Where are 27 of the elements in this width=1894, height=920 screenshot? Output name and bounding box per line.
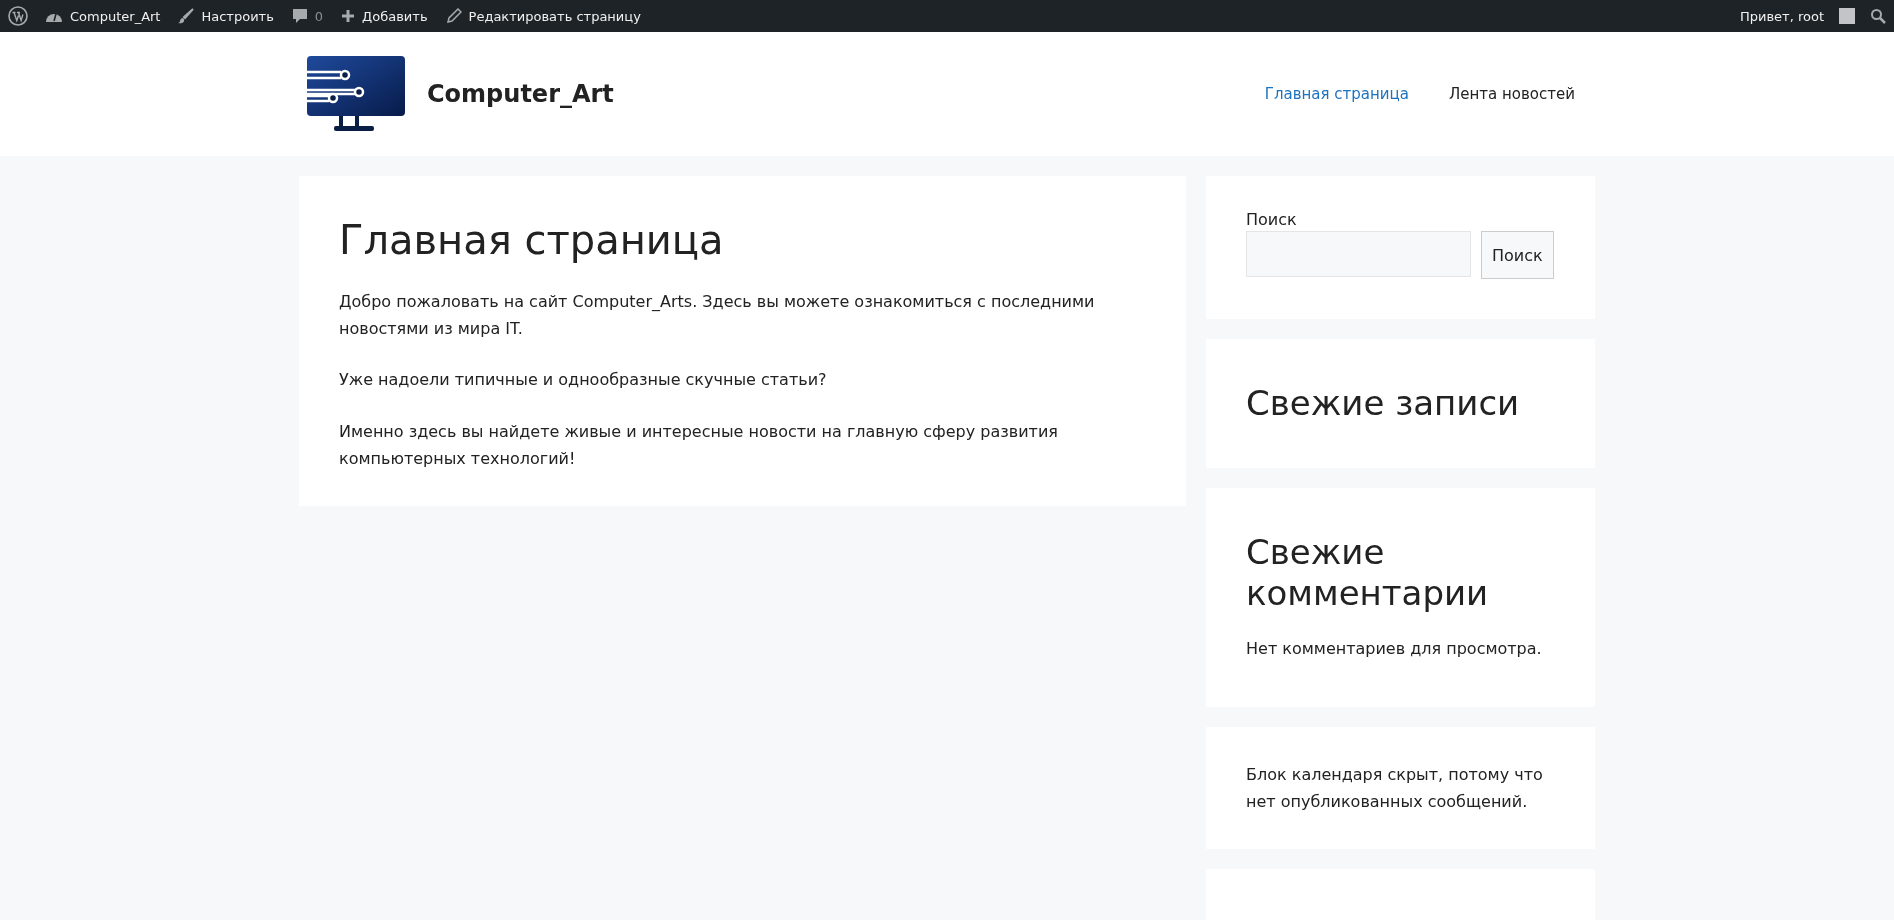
comment-bubble-icon: [291, 8, 308, 24]
body-paragraph: Добро пожаловать на сайт Computer_Arts. Здесь вы можете ознакомиться с последними новостями из мира IT.: [339, 291, 1096, 341]
wordpress-logo-icon[interactable]: [8, 6, 28, 26]
widget-title: Свежие комментарии: [1246, 531, 1490, 614]
search-label: Поиск: [1246, 210, 1298, 229]
paintbrush-icon: [178, 8, 195, 24]
widget-text: Нет комментариев для просмотра.: [1246, 638, 1543, 661]
comments-link[interactable]: 0: [282, 0, 333, 32]
body-paragraph: Уже надоели типичные и однообразные скучные статьи?: [339, 369, 828, 392]
search-button[interactable]: Поиск: [1481, 231, 1554, 279]
edit-page-link[interactable]: Редактировать страницу: [436, 0, 650, 32]
nav-link[interactable]: Лента новостей: [1429, 85, 1595, 103]
customize-link[interactable]: Настроить: [169, 0, 283, 32]
site-title[interactable]: Computer_Art: [427, 80, 614, 108]
search-icon[interactable]: [1870, 8, 1886, 24]
search-field[interactable]: [1246, 231, 1471, 277]
nav-link[interactable]: Главная страница: [1244, 85, 1429, 103]
new-content-link[interactable]: Добавить: [332, 0, 437, 32]
plus-icon: [341, 9, 356, 23]
account-menu[interactable]: Привет, root: [1730, 0, 1864, 32]
body-paragraph: Именно здесь вы найдете живые и интересные новости на главную сферу развития компьютерных технологий!: [339, 420, 1059, 470]
pencil-icon: [445, 8, 462, 24]
widget-title: Свежие записи: [1246, 383, 1521, 424]
avatar-icon: [1839, 8, 1855, 24]
site-name-link[interactable]: Computer_Art: [36, 0, 170, 32]
widget-text: Блок календаря скрыт, потому что нет опубликованных сообщений.: [1246, 763, 1544, 813]
page-title: Главная страница: [339, 216, 725, 264]
